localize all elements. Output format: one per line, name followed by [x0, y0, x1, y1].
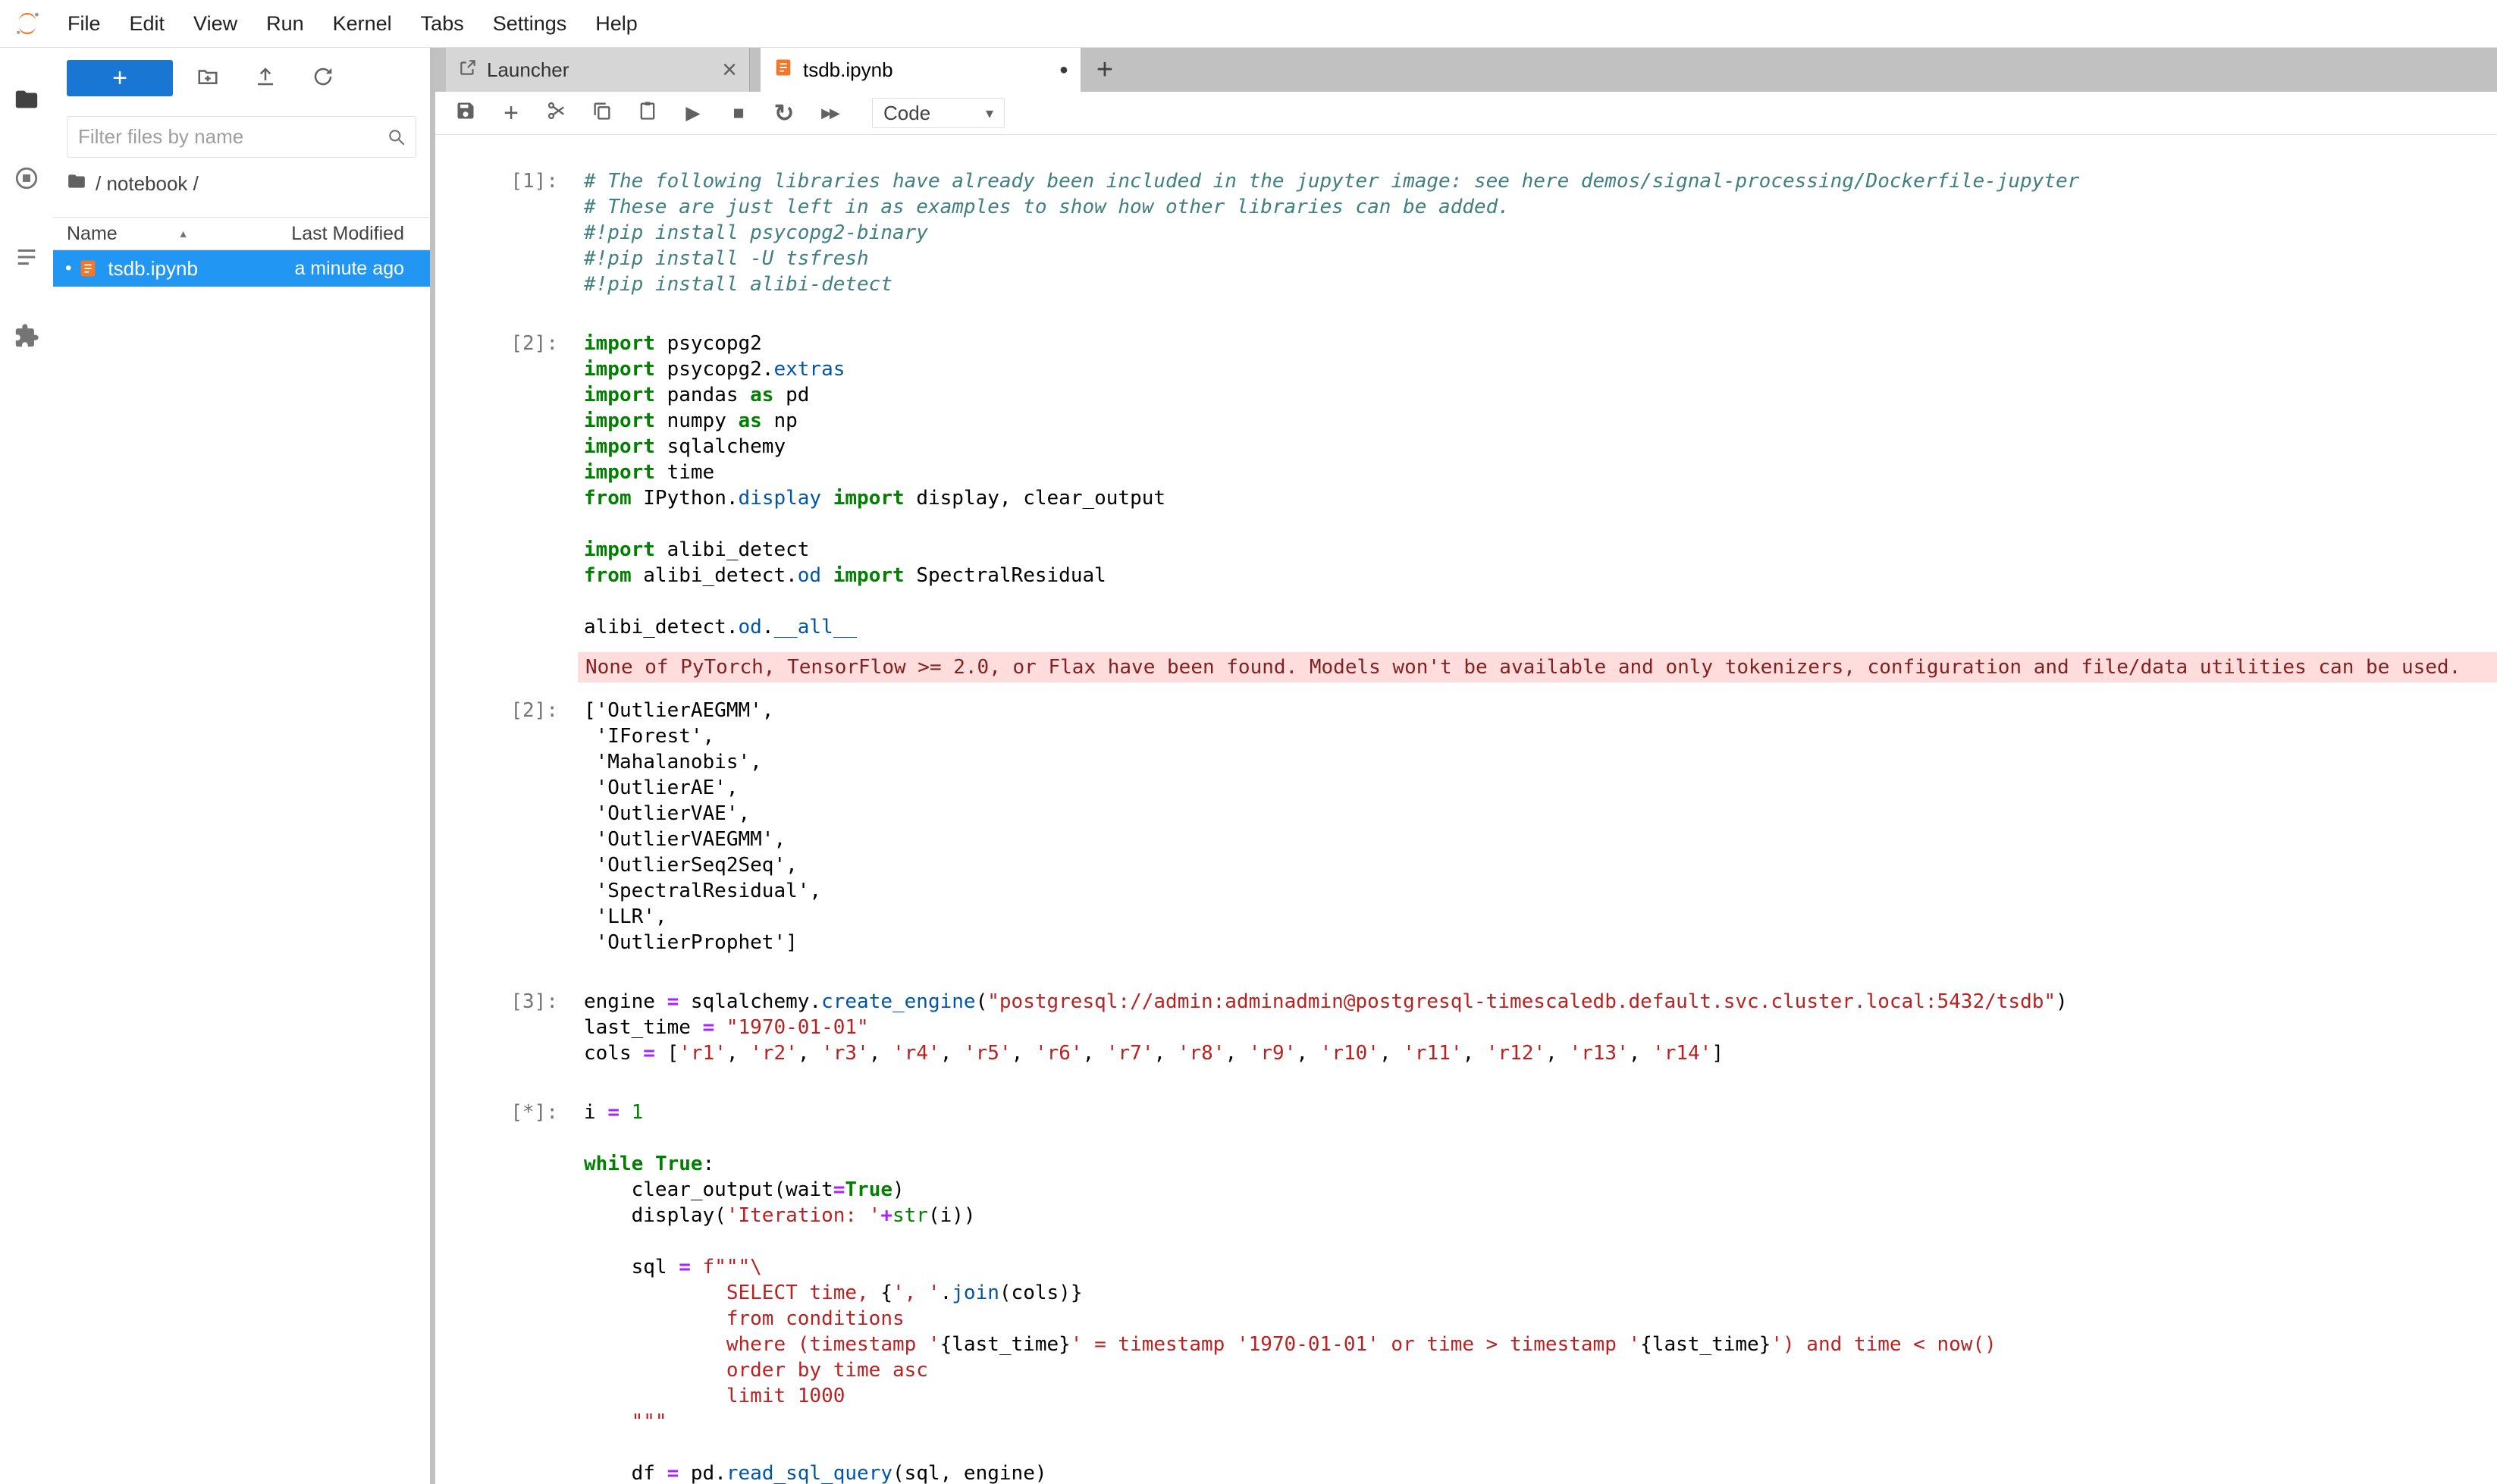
plus-icon: + — [503, 99, 519, 128]
plus-icon: + — [112, 64, 127, 93]
tab-label: Launcher — [487, 58, 569, 82]
output-text: ['OutlierAEGMM', 'IForest', 'Mahalanobis… — [578, 698, 2497, 955]
code-editor[interactable]: # The following libraries have already b… — [578, 168, 2497, 297]
code-cell[interactable]: [2]:import psycopg2import psycopg2.extra… — [435, 331, 2497, 640]
code-editor[interactable]: engine = sqlalchemy.create_engine("postg… — [578, 989, 2497, 1066]
stop-circle-icon — [14, 165, 39, 195]
upload-button[interactable] — [247, 60, 284, 96]
add-cell-button[interactable]: + — [496, 98, 526, 128]
code-editor[interactable]: i = 1 while True: clear_output(wait=True… — [578, 1100, 2497, 1484]
launcher-icon — [458, 58, 478, 83]
folder-icon — [14, 86, 39, 116]
notebook-icon — [773, 57, 794, 83]
refresh-icon — [312, 65, 334, 92]
plus-icon: + — [1096, 54, 1113, 86]
save-button[interactable] — [450, 98, 481, 128]
menu-item-settings[interactable]: Settings — [478, 0, 582, 47]
unsaved-bullet-icon: • — [65, 258, 71, 279]
menu-item-run[interactable]: Run — [252, 0, 318, 47]
fast-forward-icon: ▶▶ — [821, 105, 838, 121]
tab-bar: Launcher × tsdb.ipynb ● + — [435, 48, 2497, 92]
tab-label: tsdb.ipynb — [803, 58, 893, 82]
new-launcher-button[interactable]: + — [67, 60, 173, 96]
restart-run-all-button[interactable]: ▶▶ — [814, 98, 845, 128]
file-browser-toolbar: + — [53, 60, 430, 96]
upload-icon — [254, 65, 277, 92]
copy-cell-button[interactable] — [587, 98, 617, 128]
home-folder-icon — [67, 171, 86, 196]
interrupt-kernel-button[interactable]: ■ — [723, 98, 754, 128]
cell-prompt: [2]: — [435, 331, 578, 640]
new-folder-button[interactable] — [190, 60, 226, 96]
tab-close-button[interactable]: × — [722, 57, 737, 83]
cell-type-dropdown[interactable]: Code ▾ — [872, 98, 1005, 128]
cell-prompt: [2]: — [435, 698, 578, 955]
menu-item-kernel[interactable]: Kernel — [318, 0, 406, 47]
tab-launcher[interactable]: Launcher × — [446, 48, 750, 92]
filter-files-input[interactable] — [67, 125, 387, 149]
tab-notebook[interactable]: tsdb.ipynb ● — [761, 48, 1081, 92]
menu-item-help[interactable]: Help — [581, 0, 652, 47]
chevron-down-icon: ▾ — [986, 104, 993, 123]
file-row[interactable]: • tsdb.ipynb a minute ago — [53, 250, 430, 287]
copy-icon — [591, 100, 613, 127]
table-of-contents-icon — [14, 244, 39, 274]
cell-type-label: Code — [883, 102, 930, 125]
scissors-icon — [546, 100, 567, 127]
jupyter-logo-icon — [12, 8, 42, 39]
code-editor[interactable]: import psycopg2import psycopg2.extrasimp… — [578, 331, 2497, 640]
run-button[interactable]: ▶ — [678, 98, 708, 128]
dirty-dot-icon[interactable]: ● — [1059, 62, 1068, 77]
cell-prompt: [*]: — [435, 1100, 578, 1484]
paste-cell-button[interactable] — [632, 98, 663, 128]
sidebar-tab-toc[interactable] — [0, 219, 53, 298]
run-icon: ▶ — [685, 102, 700, 124]
panel-resize-handle[interactable] — [430, 48, 435, 1484]
menu-item-view[interactable]: View — [179, 0, 252, 47]
floppy-icon — [455, 100, 476, 127]
file-listing-header: Name ▲ Last Modified — [53, 217, 430, 250]
stderr-message: None of PyTorch, TensorFlow >= 2.0, or F… — [578, 652, 2497, 682]
restart-icon: ↻ — [774, 99, 795, 127]
cell-prompt: [1]: — [435, 168, 578, 297]
sort-ascending-icon: ▲ — [178, 227, 189, 240]
notebook-panel: [1]:# The following libraries have alrea… — [435, 135, 2497, 1484]
breadcrumb-path: / notebook / — [96, 172, 199, 196]
sidebar-tab-extensions[interactable] — [0, 298, 53, 377]
notebook-file-icon — [77, 258, 99, 279]
puzzle-icon — [14, 323, 39, 353]
cell-output-area: [2]:['OutlierAEGMM', 'IForest', 'Mahalan… — [435, 698, 2497, 955]
menu-bar: File Edit View Run Kernel Tabs Settings … — [0, 0, 2497, 48]
stderr-output: None of PyTorch, TensorFlow >= 2.0, or F… — [435, 652, 2497, 682]
file-browser: + — [53, 48, 430, 1484]
cell-prompt: [3]: — [435, 989, 578, 1066]
notebook-toolbar: + ▶ ■ — [435, 92, 2497, 135]
menu-item-file[interactable]: File — [53, 0, 115, 47]
code-cell[interactable]: [1]:# The following libraries have alrea… — [435, 168, 2497, 297]
search-icon — [387, 127, 406, 147]
column-name[interactable]: Name — [67, 223, 118, 245]
activity-sidebar — [0, 48, 53, 1484]
cut-cell-button[interactable] — [541, 98, 572, 128]
file-name: tsdb.ipynb — [108, 257, 294, 281]
notebook-cells: [1]:# The following libraries have alrea… — [435, 168, 2497, 1484]
stop-icon: ■ — [732, 102, 744, 124]
clipboard-icon — [637, 100, 658, 127]
menu-item-edit[interactable]: Edit — [115, 0, 180, 47]
main-workspace: Launcher × tsdb.ipynb ● + + — [435, 48, 2497, 1484]
filter-files-box — [67, 116, 416, 158]
code-cell[interactable]: [3]:engine = sqlalchemy.create_engine("p… — [435, 989, 2497, 1066]
file-modified: a minute ago — [294, 258, 404, 280]
new-folder-icon — [196, 65, 219, 92]
code-cell[interactable]: [*]:i = 1 while True: clear_output(wait=… — [435, 1100, 2497, 1484]
refresh-button[interactable] — [305, 60, 341, 96]
new-tab-button[interactable]: + — [1087, 52, 1123, 88]
column-last-modified[interactable]: Last Modified — [291, 223, 404, 245]
breadcrumb[interactable]: / notebook / — [53, 167, 430, 200]
sidebar-tab-files[interactable] — [0, 61, 53, 140]
restart-kernel-button[interactable]: ↻ — [769, 98, 799, 128]
sidebar-tab-running[interactable] — [0, 140, 53, 219]
cell-prompt — [435, 652, 578, 682]
menu-item-tabs[interactable]: Tabs — [406, 0, 478, 47]
